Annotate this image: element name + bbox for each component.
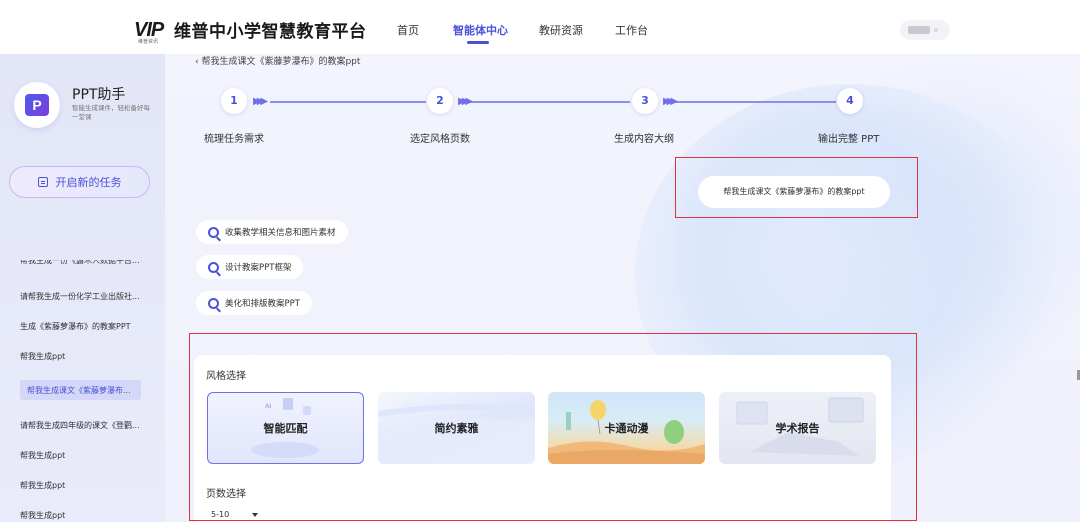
step-4-number: 4 <box>837 88 863 114</box>
ppt-icon: P <box>25 94 49 116</box>
new-task-button[interactable]: 开启新的任务 <box>9 166 150 198</box>
step-connector <box>466 101 630 103</box>
style-option-label: 智能匹配 <box>263 422 308 435</box>
step-arrow-icon: ▶▶▶ <box>458 96 473 107</box>
top-bar: VIP 维普资讯 维普中小学智慧教育平台 首页 智能体中心 教研资源 工作台 <box>0 0 1080 54</box>
breadcrumb[interactable]: ‹ 帮我生成课文《紫藤萝瀑布》的教案ppt <box>195 54 360 67</box>
task-chip-label: 美化和排版教案PPT <box>225 299 300 309</box>
task-chip: 设计教案PPT框架 <box>196 255 304 279</box>
search-icon <box>208 297 219 309</box>
task-chip-label: 设计教案PPT框架 <box>225 263 292 273</box>
task-chip: 收集教学相关信息和图片素材 <box>196 220 348 244</box>
task-chip-label: 收集教学相关信息和图片素材 <box>225 228 336 238</box>
history-item-active-label: 帮我生成课文《紫藤萝瀑布... <box>27 386 131 395</box>
new-task-label: 开启新的任务 <box>55 176 122 189</box>
step-arrow-icon: ▶▶▶ <box>663 96 678 107</box>
vip-logo-mark: VIP 维普资讯 <box>134 18 164 45</box>
platform-logo[interactable]: VIP 维普资讯 维普中小学智慧教育平台 <box>134 17 367 45</box>
breadcrumb-label: 帮我生成课文《紫藤萝瀑布》的教案ppt <box>201 57 361 67</box>
style-option-label: 卡通动漫 <box>604 422 649 435</box>
step-2-label: 选定风格页数 <box>410 134 470 145</box>
history-item[interactable]: 请帮我生成四年级的课文《登鹳... <box>20 420 140 431</box>
app-description: 智能生成课件，轻松备好每一堂课 <box>72 104 150 121</box>
nav-workbench[interactable]: 工作台 <box>615 22 648 38</box>
step-4-label: 输出完整 PPT <box>818 134 880 145</box>
history-item[interactable]: 生成《紫藤萝瀑布》的教案PPT <box>20 321 131 332</box>
step-3-number: 3 <box>632 88 658 114</box>
step-connector <box>672 101 836 103</box>
step-arrow-icon: ▶▶▶ <box>253 96 268 107</box>
task-chip: 美化和排版教案PPT <box>196 291 312 315</box>
step-3-label: 生成内容大纲 <box>614 134 674 145</box>
style-option-label: 学术报告 <box>775 422 820 435</box>
nav-active-indicator <box>467 41 489 44</box>
history-item[interactable]: 请帮我生成一份化学工业出版社... <box>20 291 140 302</box>
chevron-down-icon <box>934 28 938 32</box>
search-icon <box>208 261 219 273</box>
user-prompt-bubble: 帮我生成课文《紫藤萝瀑布》的教案ppt <box>698 176 890 208</box>
history-item[interactable]: 帮我生成ppt <box>20 351 65 362</box>
history-item[interactable]: 帮我生成ppt <box>20 480 65 491</box>
step-1-label: 梳理任务需求 <box>204 134 264 145</box>
avatar <box>908 26 930 34</box>
app-title: PPT助手 <box>72 87 126 103</box>
history-item[interactable]: 帮我生成ppt <box>20 450 65 461</box>
style-option-label: 简约素雅 <box>434 422 479 435</box>
history-item[interactable]: 帮我生成一份《露木人数据平台... <box>20 260 140 266</box>
search-icon <box>208 226 219 238</box>
step-1-number: 1 <box>221 88 247 114</box>
step-2-number: 2 <box>427 88 453 114</box>
history-item[interactable]: 帮我生成ppt <box>20 510 65 521</box>
step-connector <box>270 101 426 103</box>
new-task-icon <box>37 177 48 187</box>
ppt-app-icon: P <box>14 82 60 128</box>
user-account-chip[interactable] <box>900 20 950 40</box>
nav-research-resources[interactable]: 教研资源 <box>539 22 583 38</box>
platform-name: 维普中小学智慧教育平台 <box>174 22 367 42</box>
nav-home[interactable]: 首页 <box>397 22 419 38</box>
nav-agent-center[interactable]: 智能体中心 <box>453 22 508 38</box>
